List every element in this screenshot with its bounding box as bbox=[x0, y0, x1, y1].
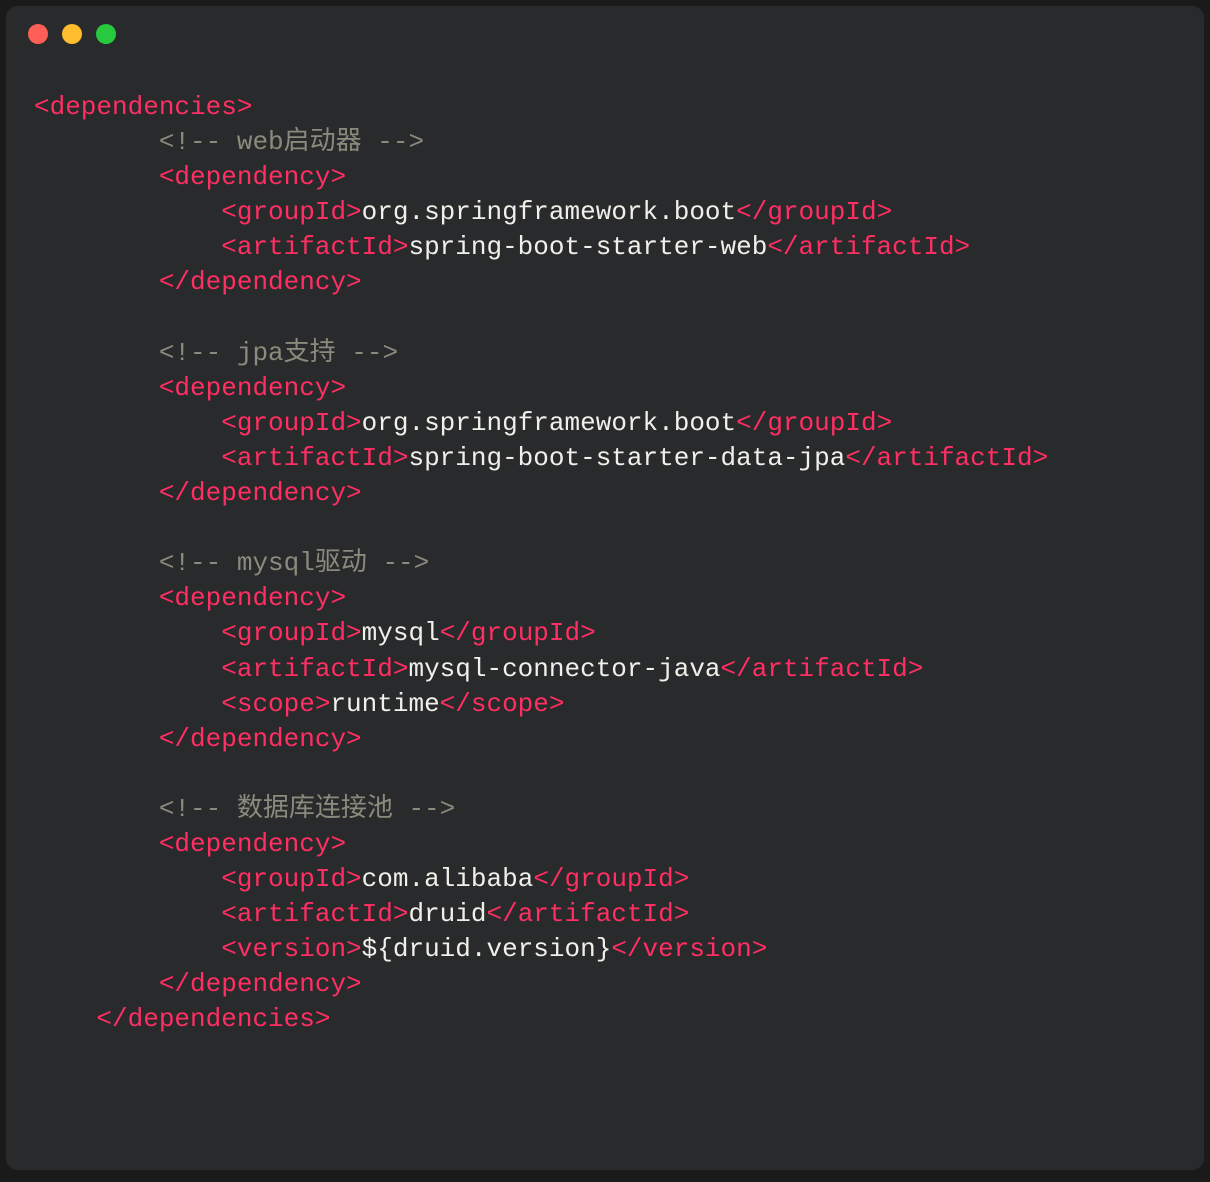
xml-close-tag: </groupId> bbox=[736, 197, 892, 227]
dependencies-open-tag: <dependencies> bbox=[34, 92, 252, 122]
xml-value: ${druid.version} bbox=[362, 934, 612, 964]
minimize-icon[interactable] bbox=[62, 24, 82, 44]
xml-close-tag: </scope> bbox=[440, 689, 565, 719]
xml-close-tag: </artifactId> bbox=[486, 899, 689, 929]
close-icon[interactable] bbox=[28, 24, 48, 44]
xml-comment: <!-- 数据库连接池 --> bbox=[159, 794, 455, 824]
dependency-close-tag: </dependency> bbox=[159, 969, 362, 999]
dependency-close-tag: </dependency> bbox=[159, 267, 362, 297]
xml-value: mysql bbox=[362, 618, 440, 648]
dependency-open-tag: <dependency> bbox=[159, 373, 346, 403]
xml-comment: <!-- web启动器 --> bbox=[159, 127, 424, 157]
xml-close-tag: </groupId> bbox=[533, 864, 689, 894]
xml-close-tag: </groupId> bbox=[736, 408, 892, 438]
dependency-open-tag: <dependency> bbox=[159, 583, 346, 613]
xml-close-tag: </groupId> bbox=[440, 618, 596, 648]
xml-close-tag: </artifactId> bbox=[767, 232, 970, 262]
code-window: <dependencies> <!-- web启动器 --> <dependen… bbox=[6, 6, 1204, 1170]
dependency-open-tag: <dependency> bbox=[159, 162, 346, 192]
xml-open-tag: <artifactId> bbox=[221, 899, 408, 929]
dependency-open-tag: <dependency> bbox=[159, 829, 346, 859]
xml-open-tag: <scope> bbox=[221, 689, 330, 719]
maximize-icon[interactable] bbox=[96, 24, 116, 44]
xml-comment: <!-- mysql驱动 --> bbox=[159, 548, 429, 578]
xml-close-tag: </artifactId> bbox=[721, 654, 924, 684]
window-titlebar bbox=[6, 6, 1204, 62]
xml-value: druid bbox=[408, 899, 486, 929]
xml-value: spring-boot-starter-web bbox=[408, 232, 767, 262]
xml-value: com.alibaba bbox=[362, 864, 534, 894]
xml-open-tag: <version> bbox=[221, 934, 361, 964]
xml-value: org.springframework.boot bbox=[362, 197, 736, 227]
dependency-close-tag: </dependency> bbox=[159, 478, 362, 508]
xml-value: spring-boot-starter-data-jpa bbox=[408, 443, 845, 473]
xml-comment: <!-- jpa支持 --> bbox=[159, 338, 398, 368]
xml-close-tag: </artifactId> bbox=[845, 443, 1048, 473]
xml-value: runtime bbox=[330, 689, 439, 719]
xml-open-tag: <groupId> bbox=[221, 408, 361, 438]
xml-open-tag: <groupId> bbox=[221, 864, 361, 894]
xml-open-tag: <artifactId> bbox=[221, 232, 408, 262]
dependencies-close-tag: </dependencies> bbox=[96, 1004, 330, 1034]
dependency-close-tag: </dependency> bbox=[159, 724, 362, 754]
xml-value: org.springframework.boot bbox=[362, 408, 736, 438]
xml-open-tag: <artifactId> bbox=[221, 443, 408, 473]
xml-value: mysql-connector-java bbox=[408, 654, 720, 684]
xml-open-tag: <artifactId> bbox=[221, 654, 408, 684]
xml-open-tag: <groupId> bbox=[221, 197, 361, 227]
code-content: <dependencies> <!-- web启动器 --> <dependen… bbox=[6, 62, 1204, 1066]
xml-close-tag: </version> bbox=[611, 934, 767, 964]
xml-open-tag: <groupId> bbox=[221, 618, 361, 648]
